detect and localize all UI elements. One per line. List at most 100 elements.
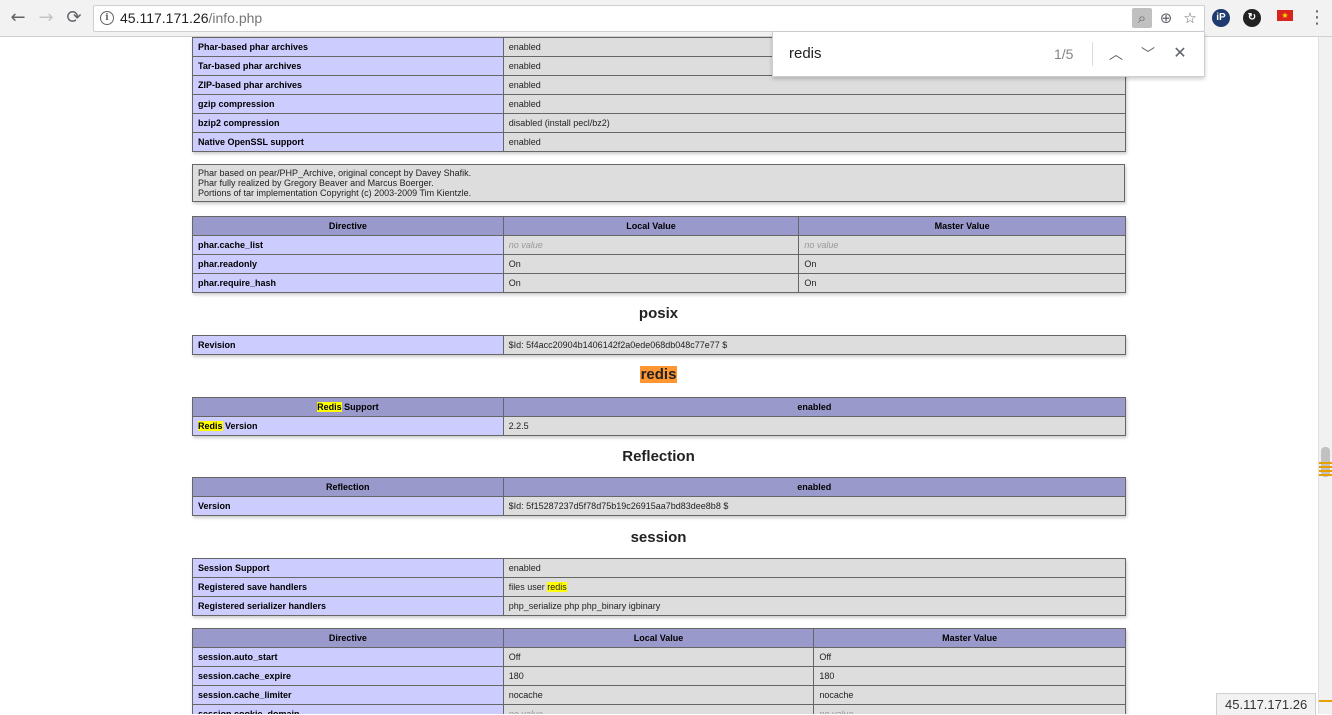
table-row: Registered serializer handlers php_seria… xyxy=(192,596,1127,616)
redis-version-suffix: Version xyxy=(222,421,258,431)
find-bar: redis 1/5 ︿ ﹀ ✕ xyxy=(772,32,1205,77)
row-key: gzip compression xyxy=(192,94,504,114)
menu-icon[interactable]: ⋮ xyxy=(1308,8,1326,28)
redis-section-title: redis xyxy=(192,366,1125,383)
phar-credits-note: Phar based on pear/PHP_Archive, original… xyxy=(192,164,1125,202)
find-input[interactable]: redis xyxy=(789,45,822,62)
find-divider xyxy=(1092,42,1093,66)
ip-extension-icon[interactable]: iP xyxy=(1212,9,1230,27)
row-key: Phar-based phar archives xyxy=(192,37,504,57)
session-section-title: session xyxy=(630,529,687,546)
directive-name: session.cookie_domain xyxy=(192,704,504,714)
local-value-header: Local Value xyxy=(502,216,800,236)
row-value: enabled xyxy=(502,94,1127,114)
redis-match: Redis xyxy=(198,421,223,431)
row-key: bzip2 compression xyxy=(192,113,504,133)
address-bar[interactable]: i 45.117.171.26/info.php ⌕ ⊕ ☆ xyxy=(93,5,1205,32)
table-row: session.cache_limiter nocache nocache xyxy=(192,685,1126,705)
directive-name: session.cache_limiter xyxy=(192,685,504,705)
row-value: enabled xyxy=(502,132,1127,152)
save-handlers-key: Registered save handlers xyxy=(192,577,504,597)
master-value: Off xyxy=(813,647,1126,667)
table-row: Session Support enabled xyxy=(192,558,1127,578)
match-marker xyxy=(1319,700,1332,702)
master-value: no value xyxy=(813,704,1126,714)
table-row: session.cookie_domain no value no value xyxy=(192,704,1126,714)
status-url-bubble: 45.117.171.26 xyxy=(1216,693,1317,715)
table-header-row: Redis Support enabled xyxy=(192,397,1127,417)
directive-name: phar.cache_list xyxy=(192,235,504,255)
forward-arrow-icon[interactable]: → xyxy=(36,8,56,28)
sync-extension-icon[interactable]: ↻ xyxy=(1243,9,1261,27)
posix-table: Revision $Id: 5f4acc20904b1406142f2a0ede… xyxy=(192,335,1127,355)
directive-name: session.cache_expire xyxy=(192,666,504,686)
find-previous-icon[interactable]: ︿ xyxy=(1106,43,1126,65)
local-value: no value xyxy=(502,704,815,714)
master-value-header: Master Value xyxy=(798,216,1126,236)
serializer-handlers-value: php_serialize php php_binary igbinary xyxy=(502,596,1127,616)
local-value: On xyxy=(502,273,800,293)
master-value: nocache xyxy=(813,685,1126,705)
match-marker xyxy=(1319,470,1332,472)
redis-support-value: enabled xyxy=(502,397,1127,417)
redis-title-match: redis xyxy=(639,366,678,383)
reflection-version-value: $Id: 5f15287237d5f78d75b19c26915aa7bd83d… xyxy=(502,496,1127,516)
session-directives-table: Directive Local Value Master Value sessi… xyxy=(192,628,1126,714)
find-next-icon[interactable]: ﹀ xyxy=(1138,43,1158,65)
local-value: no value xyxy=(502,235,800,255)
url-host: 45.117.171.26 xyxy=(120,10,209,26)
row-key: Native OpenSSL support xyxy=(192,132,504,152)
reload-icon[interactable]: ⟳ xyxy=(64,8,84,28)
info-icon[interactable]: i xyxy=(100,11,114,25)
note-line: Phar fully realized by Gregory Beaver an… xyxy=(198,178,434,188)
revision-key: Revision xyxy=(192,335,504,355)
match-marker xyxy=(1319,474,1332,476)
local-value: Off xyxy=(502,647,815,667)
redis-match: Redis xyxy=(317,402,342,412)
local-value: On xyxy=(502,254,800,274)
back-arrow-icon[interactable]: ← xyxy=(8,8,28,28)
table-row: session.cache_expire 180 180 xyxy=(192,666,1126,686)
row-value: enabled xyxy=(502,75,1127,95)
reflection-table: Reflection enabled Version $Id: 5f152872… xyxy=(192,477,1127,516)
reflection-header-value: enabled xyxy=(502,477,1127,497)
star-icon[interactable]: ☆ xyxy=(1180,8,1200,28)
table-row: ZIP-based phar archives enabled xyxy=(192,75,1127,95)
reflection-section-title: Reflection xyxy=(622,448,695,465)
zoom-icon[interactable]: ⊕ xyxy=(1156,8,1176,28)
table-row: Version $Id: 5f15287237d5f78d75b19c26915… xyxy=(192,496,1127,516)
revision-value: $Id: 5f4acc20904b1406142f2a0ede068db048c… xyxy=(502,335,1127,355)
table-row: Redis Version 2.2.5 xyxy=(192,416,1127,436)
row-value: disabled (install pecl/bz2) xyxy=(502,113,1127,133)
row-key: Tar-based phar archives xyxy=(192,56,504,76)
flag-icon[interactable]: ★ xyxy=(1277,10,1293,21)
match-marker xyxy=(1319,462,1332,464)
directive-name: session.auto_start xyxy=(192,647,504,667)
table-row: Registered save handlers files user redi… xyxy=(192,577,1127,597)
table-row: bzip2 compression disabled (install pecl/… xyxy=(192,113,1127,133)
find-indicator-icon[interactable]: ⌕ xyxy=(1132,8,1152,28)
match-marker xyxy=(1319,466,1332,468)
redis-support-suffix: Support xyxy=(341,402,379,412)
page-content: Phar-based phar archives enabled Tar-based… xyxy=(0,37,1318,714)
session-support-key: Session Support xyxy=(192,558,504,578)
row-key: ZIP-based phar archives xyxy=(192,75,504,95)
serializer-handlers-key: Registered serializer handlers xyxy=(192,596,504,616)
directive-header: Directive xyxy=(192,216,504,236)
master-value-header: Master Value xyxy=(813,628,1126,648)
reflection-header: Reflection xyxy=(192,477,504,497)
master-value: 180 xyxy=(813,666,1126,686)
table-header-row: Directive Local Value Master Value xyxy=(192,216,1126,236)
local-value-header: Local Value xyxy=(502,628,815,648)
master-value: no value xyxy=(798,235,1126,255)
url-text[interactable]: 45.117.171.26/info.php xyxy=(120,10,262,26)
local-value: 180 xyxy=(502,666,815,686)
table-header-row: Reflection enabled xyxy=(192,477,1127,497)
vertical-scrollbar[interactable] xyxy=(1318,37,1332,714)
redis-table: Redis Support enabled Redis Version 2.2.… xyxy=(192,397,1127,436)
local-value: nocache xyxy=(502,685,815,705)
master-value: On xyxy=(798,273,1126,293)
table-row: phar.require_hash On On xyxy=(192,273,1126,293)
find-close-icon[interactable]: ✕ xyxy=(1170,43,1190,65)
reflection-version-key: Version xyxy=(192,496,504,516)
